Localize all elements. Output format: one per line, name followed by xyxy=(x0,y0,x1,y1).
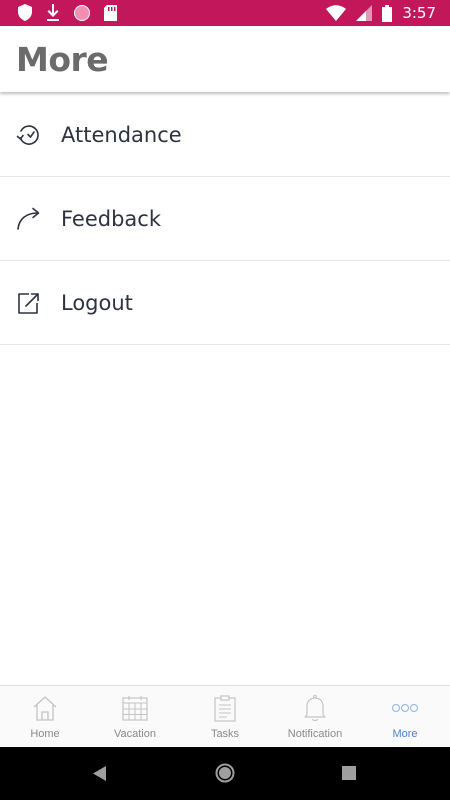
bell-icon xyxy=(304,694,326,722)
nav-label: Tasks xyxy=(210,728,240,740)
nav-item-tasks[interactable]: Tasks xyxy=(180,686,270,748)
menu-item-label: Feedback xyxy=(61,207,162,231)
nav-label: Home xyxy=(30,728,60,740)
clipboard-icon xyxy=(214,695,236,722)
battery-icon xyxy=(382,4,393,22)
menu-item-attendance[interactable]: Attendance xyxy=(0,93,450,177)
system-nav-bar xyxy=(0,747,450,800)
menu-item-label: Attendance xyxy=(61,123,182,147)
nav-label: Notification xyxy=(287,728,343,740)
back-icon[interactable] xyxy=(93,766,107,781)
menu-item-feedback[interactable]: Feedback xyxy=(0,177,450,261)
wifi-icon xyxy=(326,5,347,21)
nav-item-vacation[interactable]: Vacation xyxy=(90,686,180,748)
recents-icon[interactable] xyxy=(342,766,356,780)
logout-icon xyxy=(18,293,39,314)
nav-label: More xyxy=(392,728,418,740)
nav-label: Vacation xyxy=(114,728,156,740)
circle-app-icon xyxy=(74,4,90,21)
page-title: More xyxy=(16,40,109,79)
more-dots-icon xyxy=(391,703,419,713)
nav-item-more[interactable]: More xyxy=(360,686,450,748)
feedback-arrow-icon xyxy=(17,207,40,230)
status-bar: 3:57 xyxy=(0,0,450,26)
status-time: 3:57 xyxy=(402,4,436,22)
attendance-clock-icon xyxy=(16,125,39,145)
nav-item-notification[interactable]: Notification xyxy=(270,686,360,748)
cell-signal-icon xyxy=(356,5,373,21)
home-button-icon[interactable] xyxy=(215,763,235,783)
sd-card-icon xyxy=(104,4,117,21)
nav-item-home[interactable]: Home xyxy=(0,686,90,748)
more-menu: Attendance Feedback Logout xyxy=(0,93,450,345)
home-icon xyxy=(33,696,57,721)
app-header: More xyxy=(0,26,450,92)
download-icon xyxy=(47,4,59,21)
calendar-icon xyxy=(122,696,148,721)
menu-item-label: Logout xyxy=(61,291,133,315)
bottom-nav: Home Vacation Tasks Notification More xyxy=(0,685,450,748)
shield-icon xyxy=(18,4,32,21)
menu-item-logout[interactable]: Logout xyxy=(0,261,450,345)
